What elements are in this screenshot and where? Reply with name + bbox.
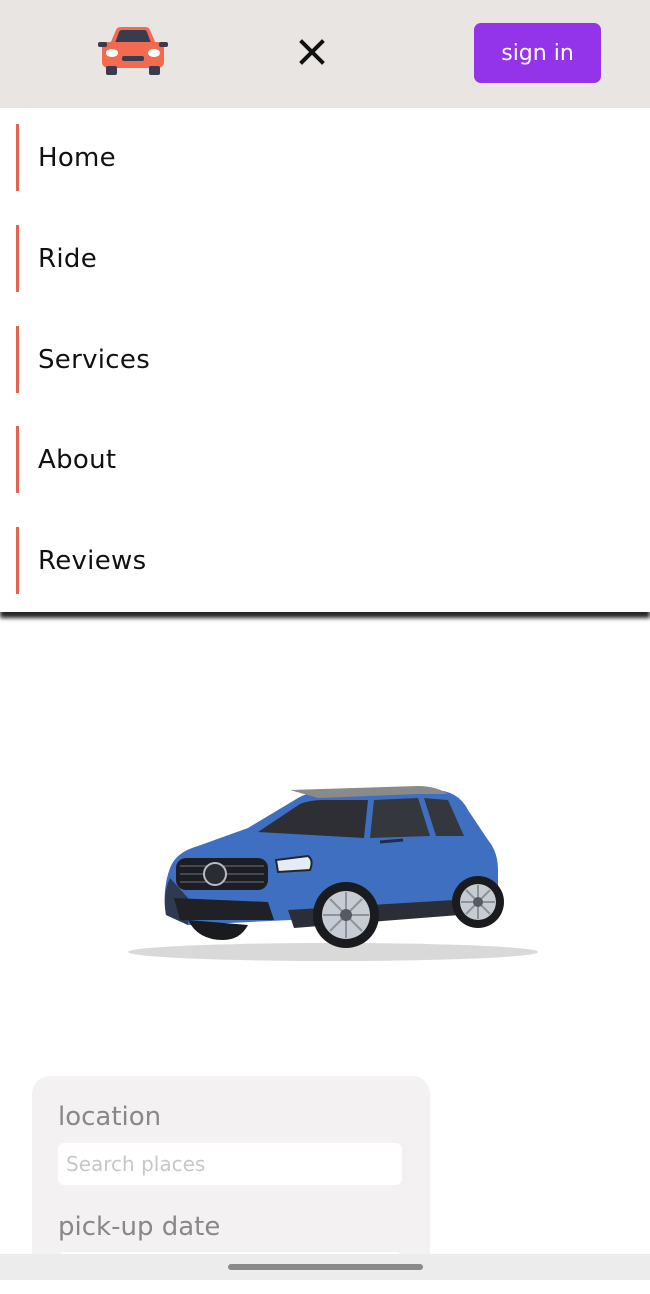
pickup-date-label: pick-up date: [58, 1212, 221, 1242]
system-navigation-bar: [0, 1254, 650, 1280]
nav-menu-dropdown: Home Ride Services About Reviews: [0, 108, 650, 612]
menu-item-home[interactable]: Home: [16, 124, 639, 191]
menu-item-label: Reviews: [38, 545, 147, 576]
menu-item-about[interactable]: About: [16, 426, 639, 493]
menu-item-label: Home: [38, 142, 116, 173]
menu-item-label: About: [38, 444, 117, 475]
booking-form-card: location pick-up date: [32, 1076, 430, 1294]
menu-item-label: Ride: [38, 243, 97, 274]
hero-car-image: [128, 786, 538, 961]
car-logo-icon[interactable]: [98, 24, 168, 76]
sign-in-button[interactable]: sign in: [474, 23, 601, 83]
menu-item-reviews[interactable]: Reviews: [16, 527, 639, 594]
location-label: location: [58, 1102, 162, 1132]
menu-item-ride[interactable]: Ride: [16, 225, 639, 292]
top-nav-bar: sign in: [0, 0, 650, 108]
location-search-input[interactable]: [58, 1143, 402, 1185]
home-indicator[interactable]: [228, 1264, 423, 1270]
menu-item-services[interactable]: Services: [16, 326, 639, 393]
close-icon[interactable]: [296, 36, 328, 68]
menu-item-label: Services: [38, 344, 151, 375]
